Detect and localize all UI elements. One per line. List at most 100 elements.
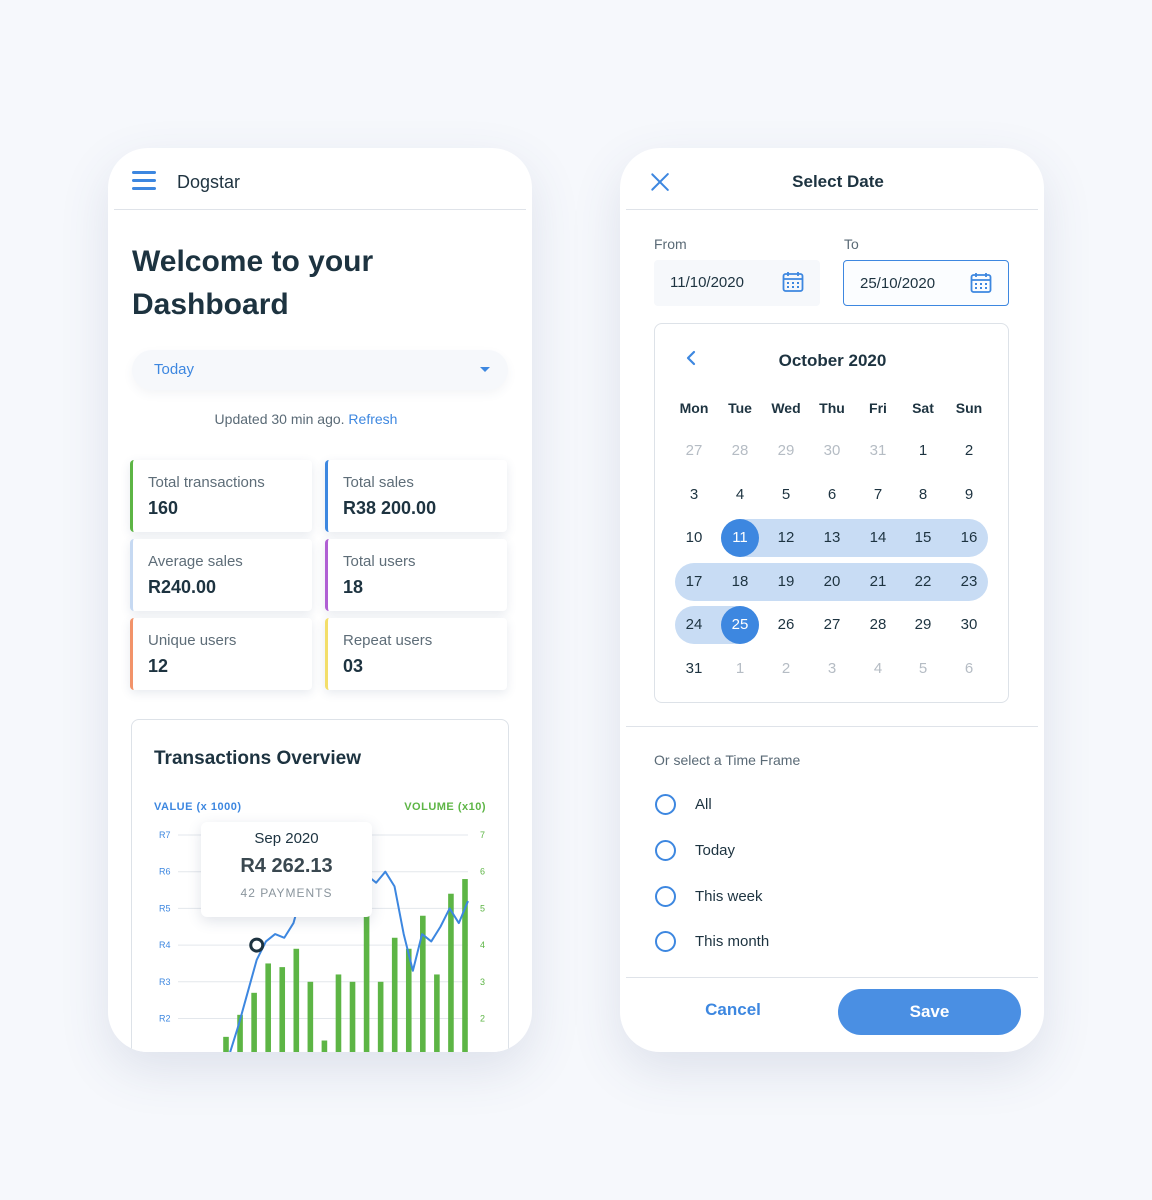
calendar-day[interactable]: 17 xyxy=(675,563,713,601)
stat-card-total-transactions[interactable]: Total transactions 160 xyxy=(130,460,312,532)
calendar-day[interactable]: 28 xyxy=(859,606,897,644)
calendar-month: October 2020 xyxy=(778,351,887,370)
calendar-day[interactable]: 6 xyxy=(813,476,851,514)
calendar-day[interactable]: 16 xyxy=(950,519,988,557)
calendar-day[interactable]: 8 xyxy=(904,476,942,514)
weekday-label: Wed xyxy=(771,400,801,416)
stat-card-average-sales[interactable]: Average sales R240.00 xyxy=(130,539,312,611)
calendar-day[interactable]: 30 xyxy=(950,606,988,644)
calendar-day[interactable]: 27 xyxy=(675,432,713,470)
divider xyxy=(626,726,1038,727)
volume-bar xyxy=(279,967,286,1052)
modal-header: Select Date xyxy=(626,148,1038,210)
calendar-day[interactable]: 12 xyxy=(767,519,805,557)
stat-card-unique-users[interactable]: Unique users 12 xyxy=(130,618,312,690)
volume-bar xyxy=(434,974,440,1052)
calendar: October 2020 Mon Tue Wed Thu Fri Sat Sun 27 28 29… xyxy=(654,323,1009,703)
volume-bar xyxy=(307,981,314,1052)
calendar-day[interactable]: 24 xyxy=(675,606,713,644)
volume-bar xyxy=(335,974,342,1052)
stat-value: 12 xyxy=(148,656,169,676)
selected-range-band xyxy=(721,519,988,557)
calendar-day[interactable]: 1 xyxy=(721,650,759,688)
calendar-day[interactable]: 14 xyxy=(859,519,897,557)
calendar-day[interactable]: 10 xyxy=(675,519,713,557)
volume-bar xyxy=(223,1036,229,1052)
volume-bar xyxy=(363,915,370,1052)
calendar-day[interactable]: 2 xyxy=(950,432,988,470)
calendar-day[interactable]: 18 xyxy=(721,563,759,601)
calendar-day[interactable]: 7 xyxy=(859,476,897,514)
calendar-day[interactable]: 31 xyxy=(859,432,897,470)
to-date-input[interactable]: 25/10/2020 xyxy=(843,260,1009,306)
volume-bar xyxy=(448,893,454,1052)
app-title: Dogstar xyxy=(177,172,241,192)
weekday-label: Fri xyxy=(869,400,887,416)
calendar-day-range-start[interactable]: 11 xyxy=(721,519,759,557)
stat-value: 18 xyxy=(343,577,364,597)
timeframe-option-label: All xyxy=(695,796,712,813)
calendar-day[interactable]: 4 xyxy=(721,476,759,514)
timeframe-option-this-week[interactable]: This week xyxy=(654,882,904,910)
volume-bar xyxy=(391,937,398,1052)
calendar-day[interactable]: 4 xyxy=(859,650,897,688)
calendar-day[interactable]: 29 xyxy=(904,606,942,644)
calendar-day[interactable]: 21 xyxy=(859,563,897,601)
calendar-day[interactable]: 2 xyxy=(767,650,805,688)
left-tick-label: R6 xyxy=(159,867,171,877)
calendar-day[interactable]: 19 xyxy=(767,563,805,601)
from-date-value: 11/10/2020 xyxy=(670,274,744,291)
tooltip-date: Sep 2020 xyxy=(254,830,319,847)
calendar-day[interactable]: 6 xyxy=(950,650,988,688)
calendar-day[interactable]: 5 xyxy=(904,650,942,688)
weekday-label: Mon xyxy=(679,400,709,416)
timeframe-option-all[interactable]: All xyxy=(654,790,904,818)
calendar-icon[interactable] xyxy=(782,271,804,293)
calendar-day[interactable]: 28 xyxy=(721,432,759,470)
calendar-icon[interactable] xyxy=(970,272,992,294)
timeframe-option-label: Today xyxy=(695,842,736,859)
stat-card-total-sales[interactable]: Total sales R38 200.00 xyxy=(325,460,507,532)
timeframe-label: Or select a Time Frame xyxy=(654,752,801,768)
calendar-day[interactable]: 29 xyxy=(767,432,805,470)
calendar-day-range-end[interactable]: 25 xyxy=(721,606,759,644)
stat-value: 03 xyxy=(343,656,364,676)
calendar-day[interactable]: 30 xyxy=(813,432,851,470)
calendar-day[interactable]: 3 xyxy=(813,650,851,688)
to-label: To xyxy=(844,236,859,252)
calendar-day[interactable]: 3 xyxy=(675,476,713,514)
highlight-point xyxy=(249,937,265,953)
calendar-day[interactable]: 20 xyxy=(813,563,851,601)
transactions-overview-card: Transactions Overview VALUE (x 1000) VOL… xyxy=(131,719,509,1052)
stat-card-repeat-users[interactable]: Repeat users 03 xyxy=(325,618,507,690)
calendar-day[interactable]: 31 xyxy=(675,650,713,688)
from-label: From xyxy=(654,236,687,252)
tooltip-amount: R4 262.13 xyxy=(240,855,333,877)
calendar-day[interactable]: 23 xyxy=(950,563,988,601)
period-dropdown[interactable]: Today xyxy=(132,350,508,390)
calendar-day[interactable]: 27 xyxy=(813,606,851,644)
stat-card-total-users[interactable]: Total users 18 xyxy=(325,539,507,611)
timeframe-option-this-month[interactable]: This month xyxy=(654,927,904,955)
cancel-button[interactable]: Cancel xyxy=(658,990,808,1030)
right-tick-label: 3 xyxy=(480,977,485,987)
calendar-day[interactable]: 26 xyxy=(767,606,805,644)
from-date-input[interactable]: 11/10/2020 xyxy=(654,260,820,306)
left-tick-label: R4 xyxy=(159,940,171,950)
calendar-day[interactable]: 13 xyxy=(813,519,851,557)
calendar-day[interactable]: 15 xyxy=(904,519,942,557)
calendar-day[interactable]: 1 xyxy=(904,432,942,470)
to-date-value: 25/10/2020 xyxy=(860,275,936,292)
stat-label: Average sales xyxy=(148,553,243,570)
chart-tooltip: Sep 2020 R4 262.13 42 PAYMENTS xyxy=(201,822,372,917)
timeframe-option-today[interactable]: Today xyxy=(654,836,904,864)
calendar-day[interactable]: 9 xyxy=(950,476,988,514)
calendar-day[interactable]: 22 xyxy=(904,563,942,601)
save-button[interactable]: Save xyxy=(838,989,1021,1035)
refresh-link[interactable]: Refresh xyxy=(348,411,397,427)
right-tick-label: 7 xyxy=(480,830,485,840)
menu-icon[interactable] xyxy=(132,171,156,191)
calendar-day[interactable]: 5 xyxy=(767,476,805,514)
right-tick-label: 6 xyxy=(480,867,485,877)
weekday-label: Tue xyxy=(728,400,752,416)
